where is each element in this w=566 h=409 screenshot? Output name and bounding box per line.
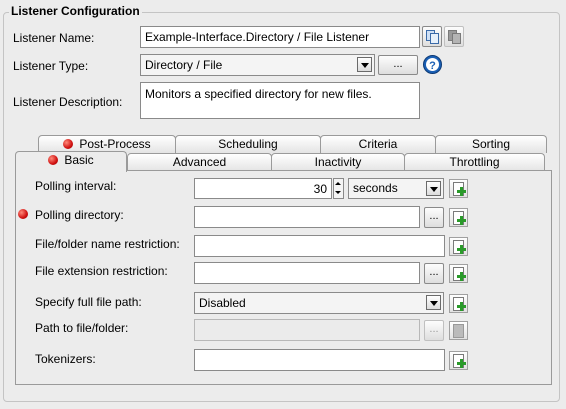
copy-icon (426, 30, 439, 49)
tab-criteria[interactable]: Criteria (320, 135, 436, 153)
extension-restriction-browse-button[interactable]: ... (424, 263, 444, 284)
tab-label: Advanced (172, 155, 227, 169)
tokenizers-label: Tokenizers: (35, 352, 96, 366)
add-variable-button[interactable] (449, 351, 468, 370)
tab-label: Criteria (358, 137, 398, 151)
required-indicator-icon (63, 139, 74, 149)
polling-interval-input[interactable]: 30 (194, 178, 332, 199)
tokenizers-input[interactable] (194, 349, 445, 371)
listener-type-select[interactable]: Directory / File (140, 54, 375, 76)
tab-inactivity[interactable]: Inactivity (271, 153, 405, 171)
listener-type-browse-button[interactable]: ... (378, 55, 418, 75)
required-indicator-icon (48, 155, 59, 165)
listener-type-label: Listener Type: (13, 59, 89, 73)
full-path-label: Specify full file path: (35, 295, 142, 309)
tab-label: Sorting (471, 137, 511, 151)
full-path-select[interactable]: Disabled (194, 292, 444, 314)
copy-button[interactable] (422, 26, 442, 47)
polling-interval-spinner[interactable] (333, 178, 344, 199)
tab-advanced[interactable]: Advanced (127, 153, 272, 171)
name-restriction-label: File/folder name restriction: (35, 237, 180, 251)
group-title: Listener Configuration (9, 4, 142, 18)
name-restriction-input[interactable] (194, 235, 445, 257)
tab-label: Scheduling (218, 137, 278, 151)
paste-icon (448, 30, 461, 49)
tab-sorting[interactable]: Sorting (435, 135, 547, 153)
paste-button[interactable] (444, 26, 464, 47)
add-variable-button[interactable] (449, 237, 468, 256)
chevron-down-icon (426, 295, 441, 310)
polling-interval-unit-value: seconds (353, 181, 398, 195)
add-variable-icon (457, 216, 466, 225)
polling-interval-label: Polling interval: (35, 179, 117, 193)
listener-type-value: Directory / File (145, 58, 223, 72)
tab-basic[interactable]: Basic (15, 151, 127, 172)
polling-directory-label: Polling directory: (35, 208, 124, 222)
polling-directory-browse-button[interactable]: ... (424, 207, 444, 228)
add-variable-icon (457, 187, 466, 196)
chevron-down-icon (426, 181, 441, 196)
add-variable-icon (457, 302, 466, 311)
full-path-value: Disabled (199, 296, 246, 310)
required-indicator-icon (18, 209, 28, 219)
listener-description-label: Listener Description: (13, 95, 123, 109)
add-variable-icon (457, 272, 466, 281)
tab-scheduling[interactable]: Scheduling (175, 135, 321, 153)
extension-restriction-input[interactable] (194, 262, 420, 284)
listener-name-input[interactable]: Example-Interface.Directory / File Liste… (140, 26, 420, 48)
path-browse-button[interactable]: ... (424, 320, 444, 341)
tab-label: Inactivity (314, 155, 362, 169)
add-variable-button[interactable] (449, 264, 468, 283)
path-label: Path to file/folder: (35, 321, 129, 335)
spinner-up-icon[interactable] (335, 179, 342, 188)
spinner-down-icon[interactable] (335, 188, 342, 197)
add-variable-button[interactable] (449, 294, 468, 313)
add-variable-button[interactable] (449, 208, 468, 227)
tab-throttling[interactable]: Throttling (404, 153, 545, 171)
extension-restriction-label: File extension restriction: (35, 264, 168, 278)
svg-text:?: ? (429, 60, 436, 72)
help-icon[interactable]: ? (423, 55, 442, 74)
listener-description-input[interactable]: Monitors a specified directory for new f… (140, 82, 420, 119)
listener-name-label: Listener Name: (13, 31, 95, 45)
tab-label: Throttling (449, 155, 500, 169)
chevron-down-icon (357, 57, 372, 72)
path-input[interactable] (194, 319, 420, 341)
tab-label: Basic (64, 153, 94, 167)
polling-directory-input[interactable] (194, 206, 420, 228)
add-variable-icon (457, 359, 466, 368)
add-variable-icon (457, 245, 466, 254)
add-variable-button[interactable] (449, 179, 468, 198)
polling-interval-unit-select[interactable]: seconds (348, 178, 444, 199)
add-variable-button[interactable] (449, 321, 468, 340)
